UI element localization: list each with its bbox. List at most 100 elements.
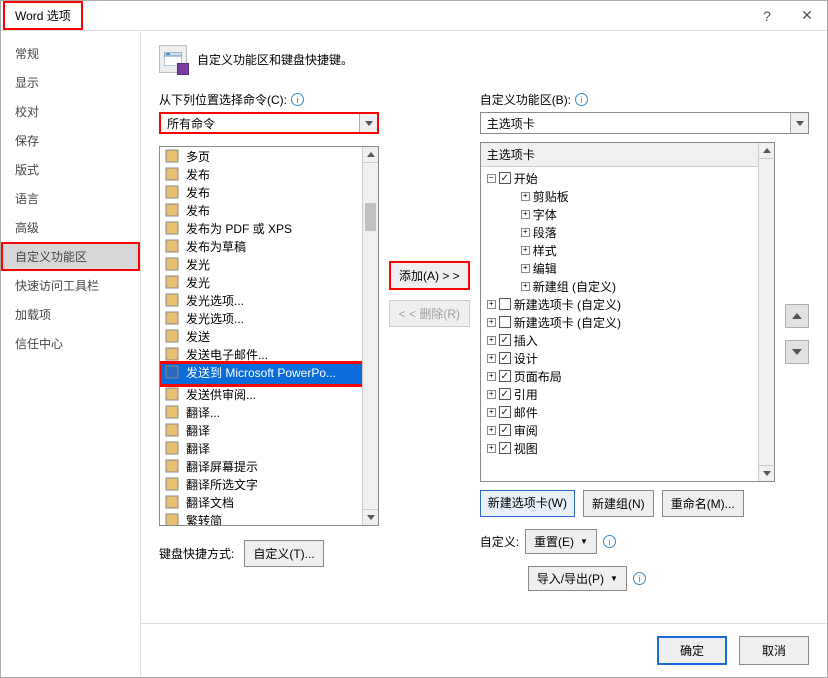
ribbon-icon <box>159 45 187 73</box>
command-item[interactable]: 发光 <box>160 255 378 273</box>
command-icon <box>164 512 180 526</box>
tree-item[interactable]: − 开始 <box>481 169 774 187</box>
remove-button: < < 删除(R) <box>389 300 470 327</box>
tree-item[interactable]: + 字体 <box>481 205 774 223</box>
tree-item[interactable]: + 样式 <box>481 241 774 259</box>
command-icon <box>164 220 180 236</box>
commands-list[interactable]: 多页发布发布发布发布为 PDF 或 XPS发布为草稿发光发光发光选项...发光选… <box>159 146 379 526</box>
dialog-footer: 确定 取消 <box>141 623 827 677</box>
command-icon <box>164 476 180 492</box>
reset-dropdown-button[interactable]: 重置(E)▼ <box>525 529 597 554</box>
command-item[interactable]: 发布 <box>160 183 378 201</box>
sidebar: 常规显示校对保存版式语言高级自定义功能区快速访问工具栏加载项信任中心 <box>1 31 141 677</box>
rename-button[interactable]: 重命名(M)... <box>662 490 744 517</box>
command-icon <box>164 386 180 402</box>
help-button[interactable]: ? <box>747 4 787 28</box>
sidebar-item[interactable]: 版式 <box>1 155 140 184</box>
tree-item[interactable]: + 新建选项卡 (自定义) <box>481 313 774 331</box>
command-icon <box>164 422 180 438</box>
sidebar-item[interactable]: 校对 <box>1 97 140 126</box>
tree-item[interactable]: + 段落 <box>481 223 774 241</box>
ribbon-column: 自定义功能区(B): i 主选项卡 主选项卡 − 开始+ 剪贴板+ 字体+ 段落… <box>480 91 809 591</box>
chevron-down-icon <box>359 114 377 132</box>
tree-item[interactable]: + 编辑 <box>481 259 774 277</box>
command-item[interactable]: 多页 <box>160 147 378 165</box>
command-item[interactable]: 翻译 <box>160 421 378 439</box>
tree-item[interactable]: + 剪贴板 <box>481 187 774 205</box>
command-item[interactable]: 发布为草稿 <box>160 237 378 255</box>
add-button[interactable]: 添加(A) > > <box>389 261 470 290</box>
command-icon <box>164 202 180 218</box>
scrollbar[interactable] <box>758 143 774 481</box>
tree-item[interactable]: + 审阅 <box>481 421 774 439</box>
sidebar-item[interactable]: 信任中心 <box>1 329 140 358</box>
ok-button[interactable]: 确定 <box>657 636 727 665</box>
sidebar-item[interactable]: 保存 <box>1 126 140 155</box>
header-desc: 自定义功能区和键盘快捷键。 <box>197 51 353 68</box>
command-icon <box>164 166 180 182</box>
scrollbar[interactable] <box>362 147 378 525</box>
close-button[interactable]: ✕ <box>787 3 827 28</box>
command-item[interactable]: 翻译... <box>160 403 378 421</box>
command-item[interactable]: 翻译 <box>160 439 378 457</box>
sidebar-item[interactable]: 语言 <box>1 184 140 213</box>
tree-item[interactable]: + 邮件 <box>481 403 774 421</box>
tree-item[interactable]: + 新建选项卡 (自定义) <box>481 295 774 313</box>
command-icon <box>164 310 180 326</box>
move-up-button[interactable] <box>785 304 809 328</box>
command-item[interactable]: 发光选项... <box>160 309 378 327</box>
command-item[interactable]: 发布为 PDF 或 XPS <box>160 219 378 237</box>
scroll-up-icon[interactable] <box>363 147 378 163</box>
command-item[interactable]: 繁转简 <box>160 511 378 526</box>
content: 自定义功能区和键盘快捷键。 从下列位置选择命令(C): i 所有命令 多页发布发… <box>141 31 827 677</box>
keyboard-customize-button[interactable]: 自定义(T)... <box>244 540 323 567</box>
sidebar-item[interactable]: 自定义功能区 <box>1 242 140 271</box>
tree-item[interactable]: + 引用 <box>481 385 774 403</box>
sidebar-item[interactable]: 加载项 <box>1 300 140 329</box>
scroll-up-icon[interactable] <box>759 143 774 159</box>
ribbon-label: 自定义功能区(B): <box>480 91 571 108</box>
command-item[interactable]: 发送 <box>160 327 378 345</box>
command-icon <box>164 494 180 510</box>
command-item[interactable]: 发光选项... <box>160 291 378 309</box>
tree-item[interactable]: + 页面布局 <box>481 367 774 385</box>
scroll-down-icon[interactable] <box>363 509 378 525</box>
commands-source-dropdown[interactable]: 所有命令 <box>159 112 379 134</box>
command-item[interactable]: 发送电子邮件... <box>160 345 378 363</box>
keyboard-label: 键盘快捷方式: <box>159 545 234 562</box>
sidebar-item[interactable]: 高级 <box>1 213 140 242</box>
command-item[interactable]: 发送供审阅... <box>160 385 378 403</box>
sidebar-item[interactable]: 快速访问工具栏 <box>1 271 140 300</box>
tree-item[interactable]: + 插入 <box>481 331 774 349</box>
scrollbar-thumb[interactable] <box>365 203 376 231</box>
sidebar-item[interactable]: 显示 <box>1 68 140 97</box>
ribbon-tree[interactable]: 主选项卡 − 开始+ 剪贴板+ 字体+ 段落+ 样式+ 编辑+ 新建组 (自定义… <box>480 142 775 482</box>
tree-item[interactable]: + 新建组 (自定义) <box>481 277 774 295</box>
command-item[interactable]: 翻译屏幕提示 <box>160 457 378 475</box>
info-icon[interactable]: i <box>633 572 646 585</box>
tree-item[interactable]: + 设计 <box>481 349 774 367</box>
command-item[interactable]: 发布 <box>160 201 378 219</box>
command-item[interactable]: 翻译所选文字 <box>160 475 378 493</box>
scroll-down-icon[interactable] <box>759 465 774 481</box>
command-item[interactable]: 发送到 Microsoft PowerPo... <box>160 363 378 385</box>
sidebar-item[interactable]: 常规 <box>1 39 140 68</box>
main-area: 常规显示校对保存版式语言高级自定义功能区快速访问工具栏加载项信任中心 自定义功能… <box>1 31 827 677</box>
command-item[interactable]: 翻译文档 <box>160 493 378 511</box>
import-export-dropdown-button[interactable]: 导入/导出(P)▼ <box>528 566 627 591</box>
commands-column: 从下列位置选择命令(C): i 所有命令 多页发布发布发布发布为 PDF 或 X… <box>159 91 379 567</box>
ribbon-scope-dropdown[interactable]: 主选项卡 <box>480 112 809 134</box>
tree-item[interactable]: + 视图 <box>481 439 774 457</box>
new-group-button[interactable]: 新建组(N) <box>583 490 654 517</box>
command-icon <box>164 256 180 272</box>
chevron-down-icon <box>790 113 808 133</box>
cancel-button[interactable]: 取消 <box>739 636 809 665</box>
info-icon[interactable]: i <box>603 535 616 548</box>
move-column <box>785 134 809 482</box>
command-item[interactable]: 发布 <box>160 165 378 183</box>
command-item[interactable]: 发光 <box>160 273 378 291</box>
info-icon[interactable]: i <box>575 93 588 106</box>
info-icon[interactable]: i <box>291 93 304 106</box>
new-tab-button[interactable]: 新建选项卡(W) <box>480 490 575 517</box>
move-down-button[interactable] <box>785 340 809 364</box>
